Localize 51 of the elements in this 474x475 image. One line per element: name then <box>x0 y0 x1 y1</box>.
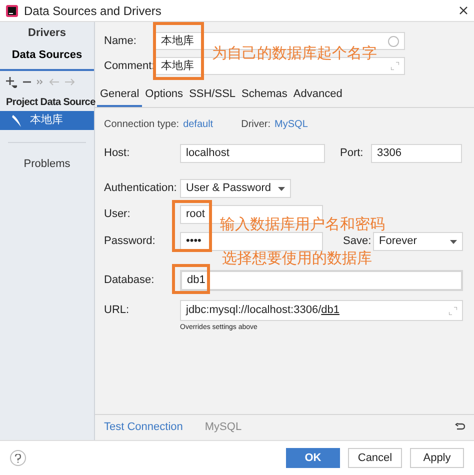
sidebar-tab[interactable]: Drivers <box>24 22 70 44</box>
problems-tab[interactable]: Problems <box>0 155 94 173</box>
field-label: Driver: <box>241 118 271 132</box>
driver-link[interactable]: MySQL <box>274 116 308 132</box>
section-title: Project Data Source <box>5 96 94 110</box>
highlight-frame <box>172 200 212 252</box>
field-label: Comment: <box>104 58 155 74</box>
field-label: User: <box>104 207 132 222</box>
settings-tab[interactable]: SSH/SSL <box>186 84 239 107</box>
annotation-text: 选择想要使用的数据库 <box>222 251 372 267</box>
field-label: URL: <box>104 303 130 318</box>
database-field[interactable]: db1 <box>180 270 463 291</box>
settings-tab[interactable]: Options <box>142 84 186 107</box>
dropdown-caret-icon <box>278 186 285 190</box>
data-source-item[interactable]: 本地库 <box>0 111 94 130</box>
connection-type-link[interactable]: default <box>183 116 214 132</box>
add-icon[interactable] <box>6 76 17 88</box>
save-select[interactable]: Forever <box>373 232 463 251</box>
dialog-button[interactable]: Apply <box>410 448 464 468</box>
window-title: Data Sources and Drivers <box>24 2 162 20</box>
field-label: Connection type: <box>104 118 180 132</box>
dropdown-caret-icon <box>450 240 457 244</box>
settings-tab[interactable]: Advanced <box>290 84 346 107</box>
field-label: Authentication: <box>104 181 178 196</box>
field-label: Name: <box>104 34 138 49</box>
undo-icon[interactable] <box>455 423 465 432</box>
close-icon[interactable] <box>459 6 468 15</box>
url-field[interactable]: jdbc:mysql://localhost:3306/db1 <box>180 300 463 321</box>
field-label: Password: <box>104 234 156 250</box>
highlight-frame <box>172 264 210 294</box>
settings-tab[interactable]: General <box>97 84 142 107</box>
dolphin-icon <box>12 114 22 126</box>
test-connection-link[interactable]: Test Connection <box>104 419 183 436</box>
host-field[interactable]: localhost <box>180 144 325 163</box>
password-field[interactable]: •••• <box>180 232 323 251</box>
field-label: Port: <box>340 146 364 162</box>
dialog-button[interactable]: OK <box>286 448 340 468</box>
port-field[interactable]: 3306 <box>371 144 462 163</box>
settings-tab[interactable]: Schemas <box>238 84 290 107</box>
circle-icon <box>388 36 399 46</box>
question-mark-icon <box>15 454 21 462</box>
app-logo-icon <box>6 4 18 16</box>
field-label: Host: <box>104 146 131 162</box>
help-button[interactable] <box>10 450 26 466</box>
authentication-select[interactable]: User & Password <box>180 179 291 198</box>
field-label: Database: <box>104 273 156 288</box>
dialog-button[interactable]: Cancel <box>348 448 402 468</box>
highlight-frame <box>153 22 204 80</box>
sidebar-tab[interactable]: Data Sources <box>8 44 86 66</box>
field-label: Save: <box>343 234 372 250</box>
driver-name: MySQL <box>204 420 243 436</box>
